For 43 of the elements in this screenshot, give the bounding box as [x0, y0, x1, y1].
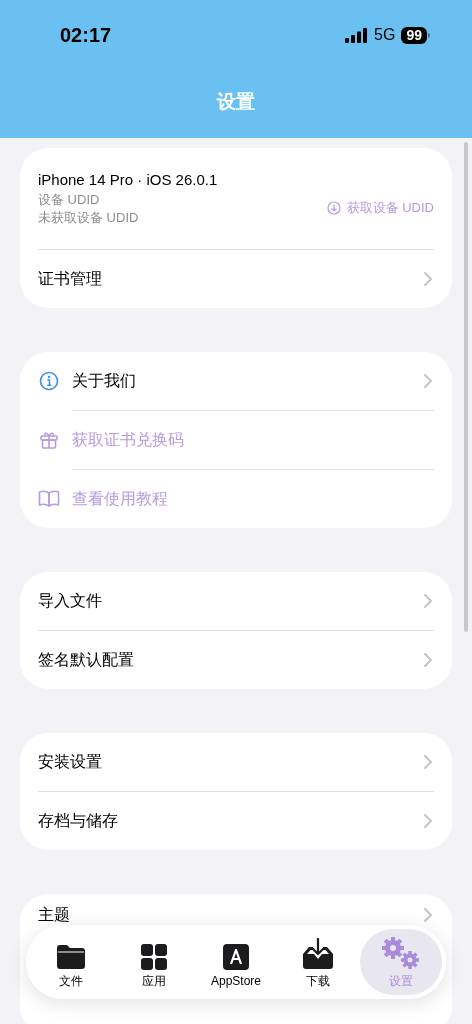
settings-row[interactable]: 主题: [20, 894, 452, 925]
row-label: 主题: [38, 905, 71, 925]
chevron-icon: [424, 594, 432, 608]
tab-item[interactable]: 文件: [30, 929, 113, 995]
gears-icon: [380, 936, 421, 970]
nav-title: 设置: [217, 89, 255, 114]
settings-row[interactable]: 安装设置: [20, 733, 452, 791]
tab-item[interactable]: AppStore: [194, 929, 278, 995]
chevron-icon: [424, 374, 432, 388]
settings-row[interactable]: 存档与储存: [20, 791, 452, 850]
tab-item[interactable]: 应用: [112, 929, 195, 995]
row-label: 签名默认配置: [38, 649, 135, 670]
row-label: 存档与储存: [38, 810, 119, 831]
udid-label: 设备 UDID: [38, 191, 101, 209]
chevron-icon: [424, 755, 432, 769]
udid-value: 未获取设备 UDID: [38, 209, 140, 227]
chevron-icon: [424, 908, 432, 922]
row-label: 安装设置: [38, 752, 103, 772]
settings-row[interactable]: 导入文件: [20, 572, 452, 630]
row-label: 获取证书兑换码: [72, 429, 185, 450]
battery-icon: 99: [401, 26, 430, 44]
download-icon: [326, 200, 341, 215]
signal-icon: [345, 27, 369, 43]
row-label: 证书管理: [38, 268, 103, 289]
settings-row[interactable]: 关于我们: [20, 352, 452, 410]
chevron-icon: [424, 271, 432, 286]
status-time: 02:17: [60, 23, 112, 48]
app-store-icon: [223, 944, 249, 970]
chevron-icon: [424, 652, 432, 667]
settings-row[interactable]: 证书管理: [20, 249, 452, 308]
settings-row[interactable]: 签名默认配置: [20, 630, 452, 689]
device-model: iPhone 14 Pro · iOS 26.0.1: [38, 170, 219, 190]
tab-item[interactable]: 下载: [277, 929, 360, 995]
grid-icon: [140, 944, 167, 970]
network-label: 5G: [374, 25, 396, 45]
chevron-icon: [424, 813, 432, 828]
info-icon: [39, 371, 59, 391]
folder-icon: [55, 944, 88, 970]
row-label: 查看使用教程: [72, 488, 169, 509]
tray-download-icon: [301, 938, 336, 970]
row-label: 关于我们: [72, 371, 137, 391]
row-label: 导入文件: [38, 591, 103, 611]
book-icon: [38, 489, 60, 508]
